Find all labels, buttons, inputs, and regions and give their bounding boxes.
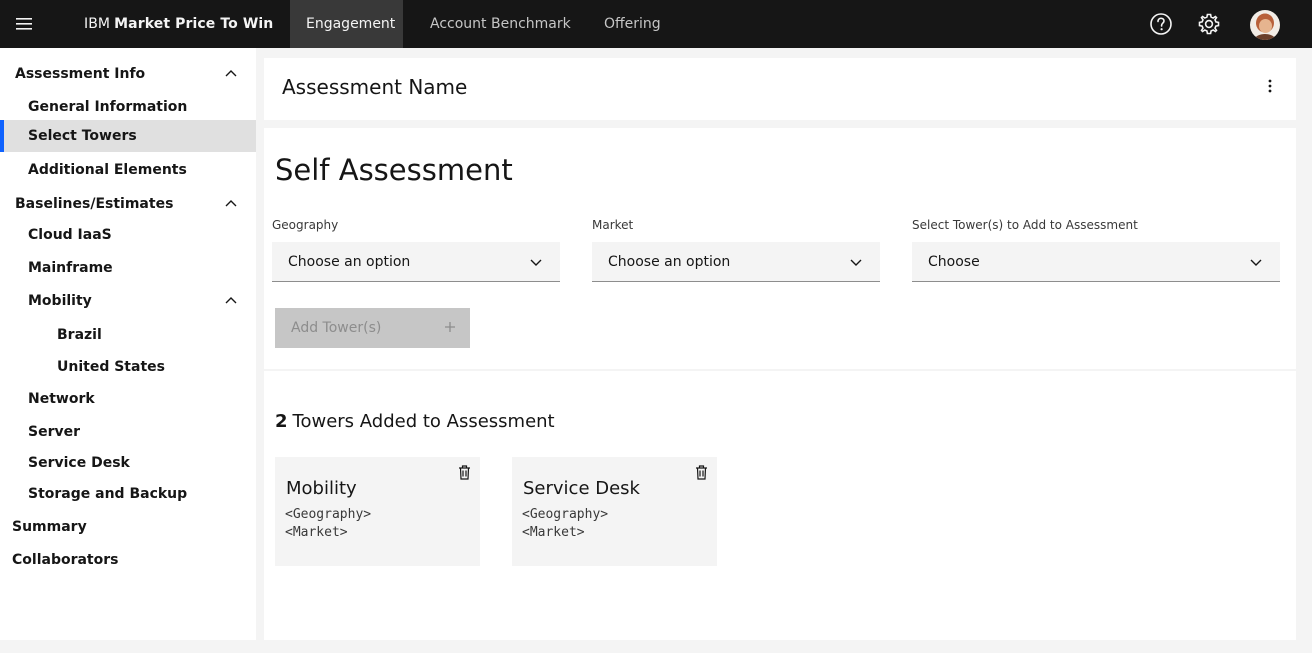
sidebar-item-server[interactable]: Server bbox=[0, 416, 256, 448]
chevron-up-icon bbox=[225, 297, 237, 304]
sidebar-item-label: General Information bbox=[28, 99, 188, 115]
geography-dropdown[interactable]: Choose an option bbox=[272, 242, 560, 282]
sidebar-item-label: Select Towers bbox=[28, 128, 137, 144]
trash-icon bbox=[458, 464, 470, 480]
geography-label: Geography bbox=[272, 218, 339, 232]
sidebar-item-label: Assessment Info bbox=[15, 66, 146, 82]
overflow-menu-button[interactable] bbox=[1258, 72, 1282, 100]
sidebar-item-collaborators[interactable]: Collaborators bbox=[0, 544, 256, 576]
app-brand[interactable]: IBM Market Price To Win bbox=[84, 0, 273, 48]
chevron-down-icon bbox=[850, 259, 862, 266]
tower-tile-mobility[interactable]: Mobility <Geography> <Market> bbox=[275, 457, 480, 566]
geography-dropdown-value: Choose an option bbox=[288, 253, 411, 270]
brand-prefix: IBM bbox=[84, 16, 111, 32]
avatar-image bbox=[1250, 10, 1280, 40]
user-avatar[interactable] bbox=[1250, 10, 1280, 40]
sidebar-item-label: Brazil bbox=[57, 327, 102, 343]
brand-name: Market Price To Win bbox=[114, 16, 274, 32]
delete-tower-button[interactable] bbox=[456, 463, 472, 481]
towers-heading: 2 Towers Added to Assessment bbox=[275, 411, 555, 433]
delete-tower-button[interactable] bbox=[693, 463, 709, 481]
sidebar-item-brazil[interactable]: Brazil bbox=[0, 319, 256, 351]
sidebar-item-summary[interactable]: Summary bbox=[0, 511, 256, 543]
trash-icon bbox=[695, 464, 707, 480]
sidebar-item-label: Additional Elements bbox=[28, 162, 187, 178]
help-button[interactable] bbox=[1137, 0, 1185, 48]
chevron-up-icon bbox=[225, 200, 237, 207]
tower-tile-market: <Market> bbox=[522, 525, 585, 540]
sidebar-item-service-desk[interactable]: Service Desk bbox=[0, 447, 256, 479]
sidebar-item-mainframe[interactable]: Mainframe bbox=[0, 252, 256, 284]
add-towers-button-label: Add Tower(s) bbox=[291, 320, 382, 336]
top-header: IBM Market Price To Win Engagement Accoun… bbox=[0, 0, 1312, 48]
market-label: Market bbox=[592, 218, 634, 232]
sidebar-item-mobility[interactable]: Mobility bbox=[0, 285, 256, 317]
self-assessment-form: Self Assessment Geography Choose an opti… bbox=[264, 128, 1296, 369]
plus-icon bbox=[445, 322, 455, 332]
sidebar-item-label: Server bbox=[28, 424, 81, 440]
towers-count: 2 bbox=[275, 411, 288, 432]
select-towers-label: Select Tower(s) to Add to Assessment bbox=[912, 218, 1138, 232]
sidebar-item-label: Baselines/Estimates bbox=[15, 196, 174, 212]
sidebar-item-additional-elements[interactable]: Additional Elements bbox=[0, 154, 256, 186]
assessment-title-bar: Assessment Name bbox=[264, 58, 1296, 120]
settings-icon bbox=[1198, 13, 1220, 35]
sidebar-item-select-towers[interactable]: Select Towers bbox=[0, 120, 256, 152]
menu-icon bbox=[16, 18, 32, 30]
sidebar-item-assessment-info[interactable]: Assessment Info bbox=[0, 58, 256, 90]
sidebar-item-label: Mobility bbox=[28, 293, 92, 309]
chevron-down-icon bbox=[530, 259, 542, 266]
tower-tile-geography: <Geography> bbox=[285, 507, 372, 522]
market-dropdown[interactable]: Choose an option bbox=[592, 242, 880, 282]
tab-engagement[interactable]: Engagement bbox=[290, 0, 403, 48]
tower-tile-title: Service Desk bbox=[523, 478, 640, 499]
tower-tile-service-desk[interactable]: Service Desk <Geography> <Market> bbox=[512, 457, 717, 566]
select-towers-dropdown-value: Choose bbox=[928, 253, 980, 270]
hamburger-menu-button[interactable] bbox=[0, 0, 48, 48]
sidebar-item-cloud-iaas[interactable]: Cloud IaaS bbox=[0, 219, 256, 251]
section-title: Self Assessment bbox=[275, 153, 513, 187]
tower-tile-market: <Market> bbox=[285, 525, 348, 540]
sidebar-item-label: Mainframe bbox=[28, 260, 113, 276]
chevron-down-icon bbox=[1250, 259, 1262, 266]
left-sidebar-nav: Assessment Info General Information Sele… bbox=[0, 48, 256, 640]
add-towers-button[interactable]: Add Tower(s) bbox=[275, 308, 470, 348]
sidebar-item-label: Storage and Backup bbox=[28, 486, 188, 502]
sidebar-item-network[interactable]: Network bbox=[0, 383, 256, 415]
market-dropdown-value: Choose an option bbox=[608, 253, 731, 270]
sidebar-item-baselines-estimates[interactable]: Baselines/Estimates bbox=[0, 188, 256, 220]
sidebar-item-label: Collaborators bbox=[12, 552, 119, 568]
select-towers-dropdown[interactable]: Choose bbox=[912, 242, 1280, 282]
towers-heading-text: Towers Added to Assessment bbox=[292, 411, 555, 432]
sidebar-item-label: Network bbox=[28, 391, 95, 407]
tower-tile-title: Mobility bbox=[286, 478, 357, 499]
page-title: Assessment Name bbox=[282, 75, 468, 99]
towers-added-panel: 2 Towers Added to Assessment Mobility <Ge… bbox=[264, 371, 1296, 640]
sidebar-item-storage-and-backup[interactable]: Storage and Backup bbox=[0, 478, 256, 510]
sidebar-item-label: Cloud IaaS bbox=[28, 227, 112, 243]
tab-account-benchmark[interactable]: Account Benchmark bbox=[414, 0, 587, 48]
chevron-up-icon bbox=[225, 70, 237, 77]
tower-tile-geography: <Geography> bbox=[522, 507, 609, 522]
settings-button[interactable] bbox=[1185, 0, 1233, 48]
help-icon bbox=[1150, 13, 1172, 35]
sidebar-item-label: Service Desk bbox=[28, 455, 130, 471]
overflow-menu-icon bbox=[1268, 79, 1272, 93]
tab-offering[interactable]: Offering bbox=[588, 0, 677, 48]
sidebar-item-general-information[interactable]: General Information bbox=[0, 91, 256, 123]
sidebar-item-label: Summary bbox=[12, 519, 87, 535]
sidebar-item-united-states[interactable]: United States bbox=[0, 351, 256, 383]
sidebar-item-label: United States bbox=[57, 359, 165, 375]
